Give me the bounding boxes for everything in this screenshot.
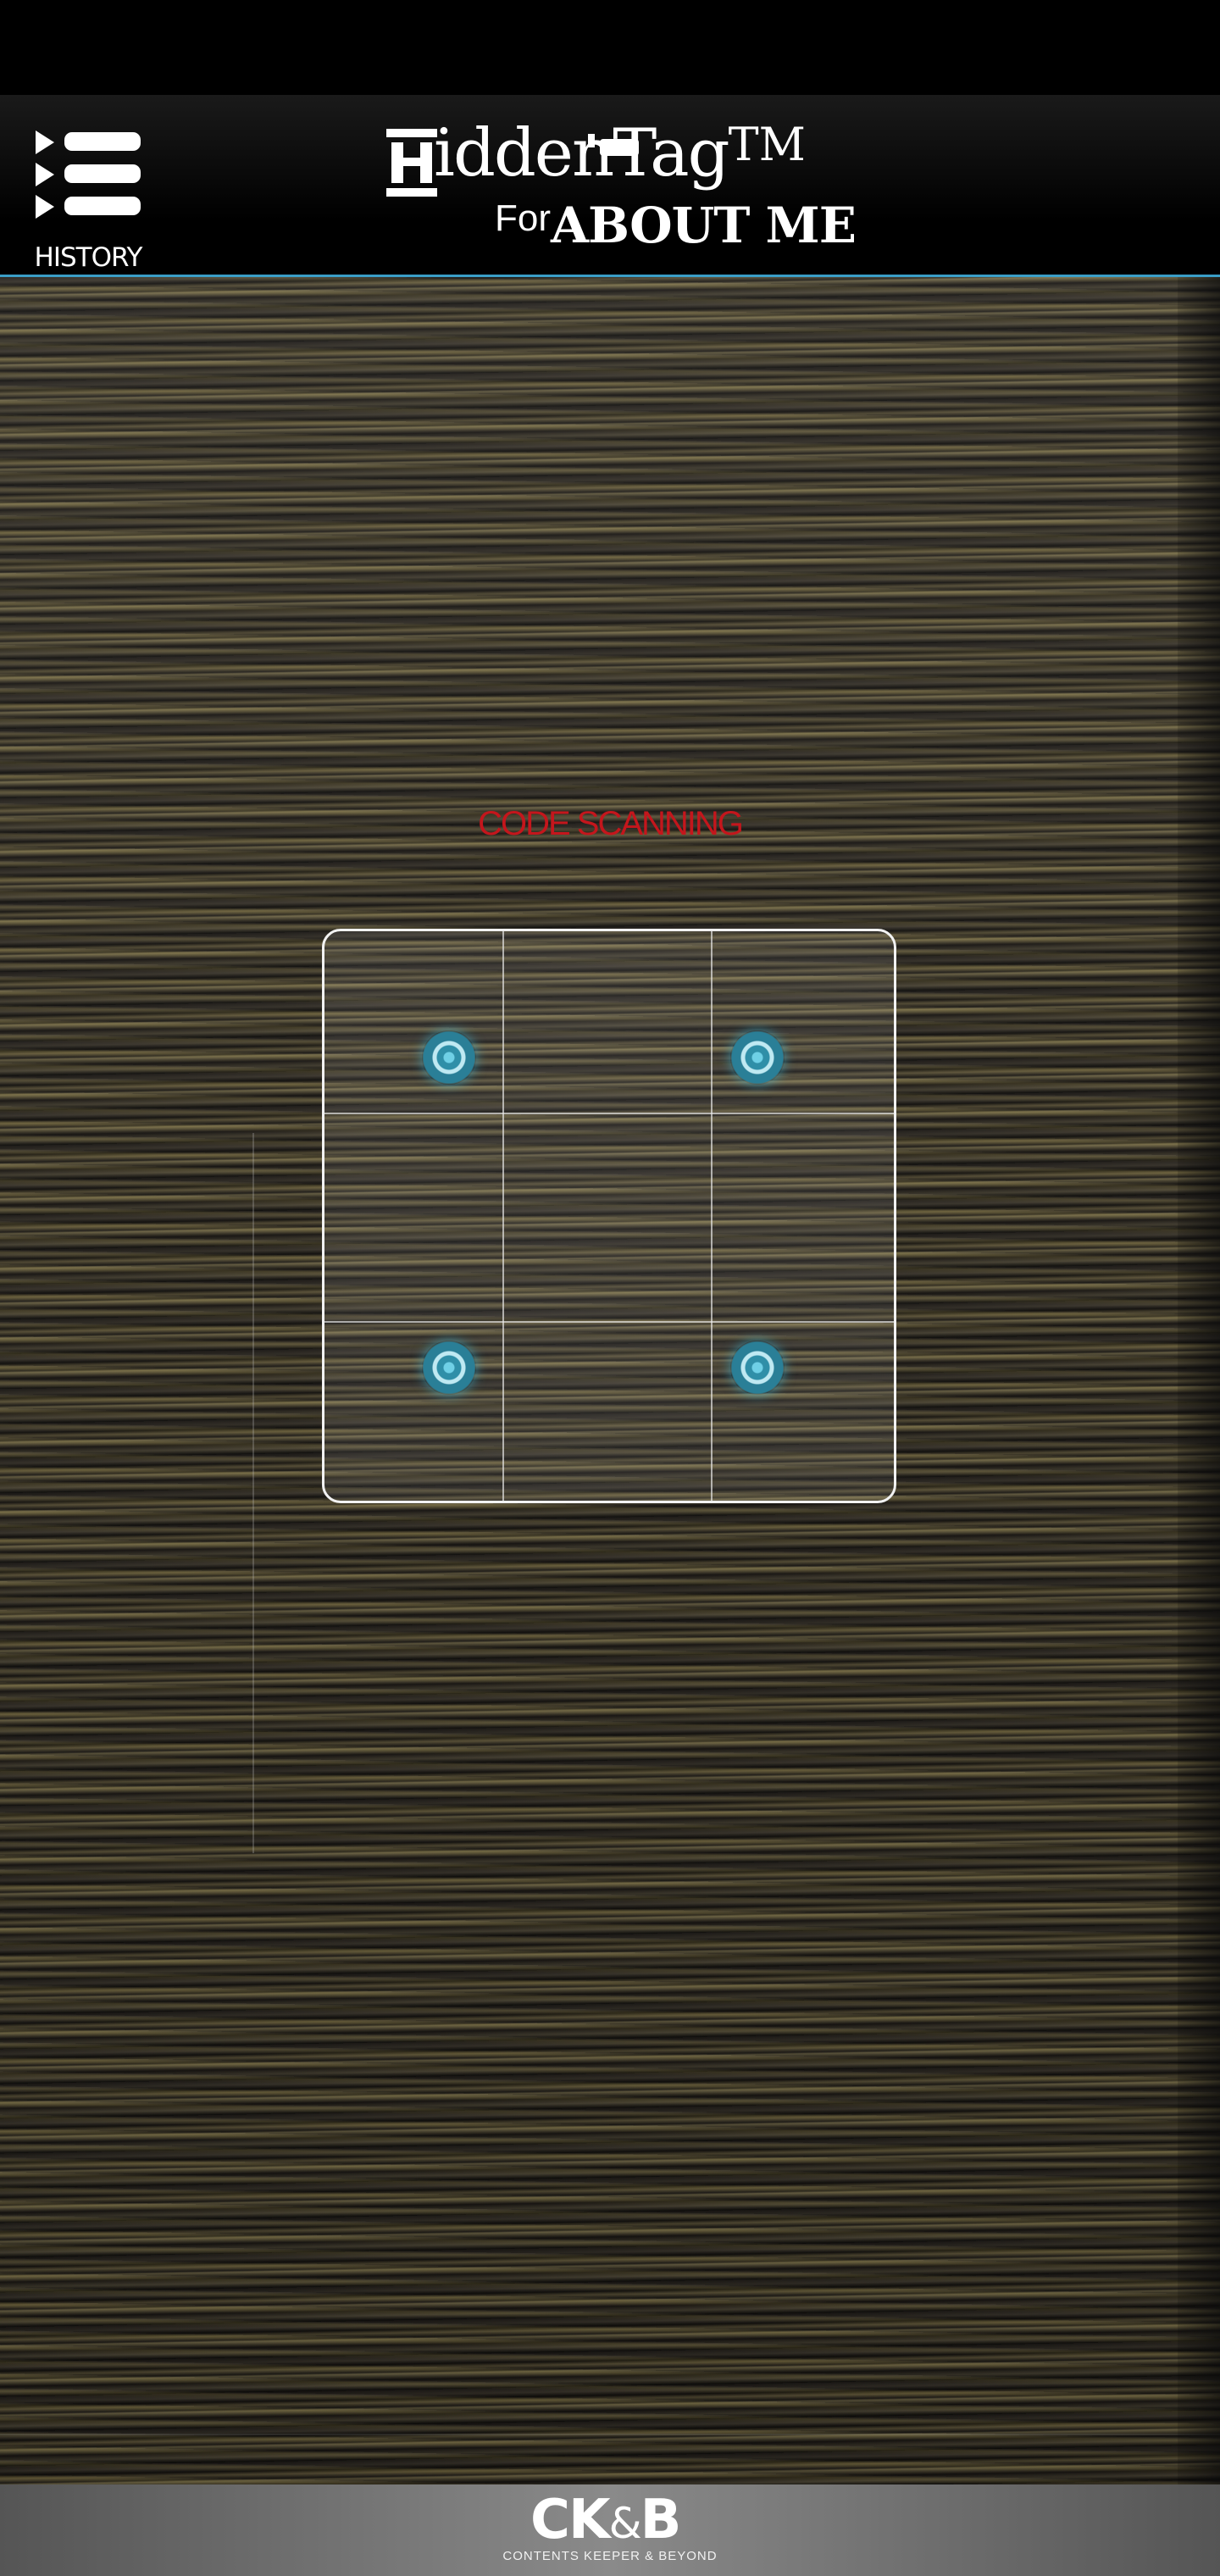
brand-logo: iddenTagTM ForABOUT ME — [381, 112, 857, 264]
brand-subtitle-prefix: For — [495, 197, 551, 239]
history-label: HISTORY — [34, 242, 143, 273]
target-marker-icon — [730, 1341, 785, 1395]
status-bar — [0, 0, 1220, 95]
grid-line — [324, 1113, 894, 1114]
logo-h-mark — [386, 129, 437, 197]
footer-bar: CK&B CONTENTS KEEPER & BEYOND — [0, 2484, 1220, 2576]
ckb-logo: CK&B CONTENTS KEEPER & BEYOND — [483, 2493, 737, 2569]
brand-subtitle-main: ABOUT ME — [551, 197, 857, 254]
guide-line — [252, 1133, 254, 1853]
trademark: TM — [728, 118, 806, 171]
ckb-logo-tail: B — [640, 2489, 682, 2551]
grid-line — [324, 1321, 894, 1323]
scan-frame — [322, 929, 896, 1503]
ckb-logo-text: CK — [530, 2489, 611, 2551]
brand-subtitle: ForABOUT ME — [495, 197, 857, 251]
ckb-logo-mark: CK&B — [530, 2493, 681, 2548]
ckb-tagline: CONTENTS KEEPER & BEYOND — [502, 2549, 718, 2563]
tag-hammer-icon — [588, 134, 639, 156]
ckb-logo-amp: & — [608, 2499, 642, 2548]
history-button[interactable]: HISTORY — [30, 115, 146, 273]
grid-line — [502, 931, 504, 1501]
menu-list-icon — [36, 130, 141, 219]
brand-name-text: iddenTag — [434, 115, 730, 192]
grid-line — [711, 931, 713, 1501]
target-marker-icon — [422, 1030, 476, 1085]
guide-line — [0, 2434, 1220, 2435]
target-marker-icon — [730, 1030, 785, 1085]
scan-status-text: CODE SCANNING — [478, 805, 744, 842]
target-marker-icon — [422, 1341, 476, 1395]
app-header: HISTORY iddenTagTM ForABOUT ME — [0, 95, 1220, 277]
